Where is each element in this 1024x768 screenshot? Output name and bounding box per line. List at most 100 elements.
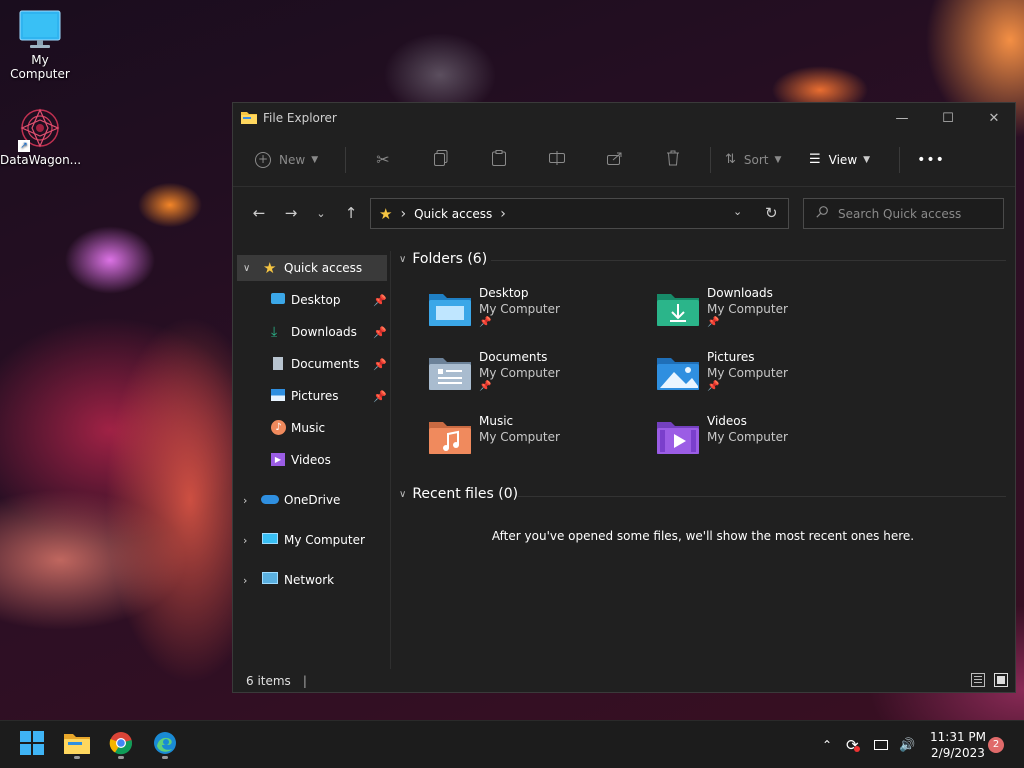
address-bar[interactable]: ★ › Quick access › ⌄ ↻ — [370, 198, 789, 229]
folder-location: My Computer — [707, 302, 788, 316]
trash-icon — [666, 150, 680, 169]
star-icon: ★ — [379, 204, 393, 223]
nav-item-label: Desktop — [291, 293, 341, 307]
new-button[interactable]: + New ▼ — [249, 145, 337, 175]
search-box[interactable] — [803, 198, 1004, 229]
new-label: New — [279, 152, 306, 167]
folder-tile-music[interactable]: Music My Computer — [428, 414, 648, 470]
forward-button[interactable]: → — [275, 204, 307, 222]
nav-item-videos[interactable]: ▶ Videos — [233, 447, 387, 473]
address-dropdown-icon[interactable]: ⌄ — [733, 205, 742, 218]
pin-icon[interactable]: 📌 — [373, 294, 387, 307]
error-dot-icon — [853, 746, 860, 752]
nav-item-label: My Computer — [284, 533, 365, 547]
delete-button[interactable] — [644, 145, 702, 175]
navigation-pane: ∨ ★ Quick access Desktop 📌 ⤓ Downloads 📌… — [233, 251, 391, 669]
breadcrumb-separator[interactable]: › — [500, 206, 506, 222]
folders-section-header[interactable]: ∨ Folders (6) — [399, 251, 487, 267]
share-button[interactable] — [586, 145, 644, 175]
nav-item-quick-access[interactable]: ∨ ★ Quick access — [237, 255, 387, 281]
folder-tile-desktop[interactable]: Desktop My Computer 📌 — [428, 286, 648, 342]
video-icon: ▶ — [271, 453, 285, 466]
nav-item-label: Documents — [291, 357, 360, 371]
folder-icon — [241, 110, 257, 127]
status-bar: 6 items | — [233, 669, 1015, 693]
taskbar-edge[interactable] — [149, 729, 181, 761]
taskbar-file-explorer[interactable] — [61, 729, 93, 761]
folder-name: Music — [479, 414, 514, 428]
running-indicator — [74, 756, 80, 759]
folder-tile-downloads[interactable]: Downloads My Computer 📌 — [656, 286, 876, 342]
nav-item-documents[interactable]: Documents 📌 — [233, 351, 387, 377]
maximize-button[interactable]: ☐ — [925, 103, 971, 133]
refresh-icon[interactable]: ↻ — [765, 204, 778, 222]
folder-location: My Computer — [479, 430, 560, 444]
pictures-folder-icon — [656, 352, 700, 392]
section-title: Folders (6) — [412, 251, 488, 267]
rename-button[interactable] — [528, 145, 586, 175]
nav-item-downloads[interactable]: ⤓ Downloads 📌 — [233, 319, 387, 345]
large-icons-view-button[interactable] — [994, 673, 1008, 687]
sort-button[interactable]: ⇅ Sort ▼ — [719, 145, 803, 175]
arrow-right-icon: → — [284, 204, 298, 222]
see-more-button[interactable]: ••• — [908, 145, 954, 175]
nav-item-label: OneDrive — [284, 493, 341, 507]
clock[interactable]: 11:31 PM 2/9/2023 — [920, 729, 996, 761]
cut-button[interactable]: ✂ — [354, 145, 412, 175]
back-button[interactable]: ← — [243, 204, 275, 222]
desktop-icon-datawagon[interactable]: ↗ DataWagon... — [0, 106, 81, 167]
notification-badge[interactable]: 2 — [988, 737, 1004, 753]
nav-item-desktop[interactable]: Desktop 📌 — [233, 287, 387, 313]
folder-tile-documents[interactable]: Documents My Computer 📌 — [428, 350, 648, 406]
title-bar[interactable]: File Explorer — ☐ ✕ — [233, 103, 1015, 133]
nav-item-network[interactable]: › Network — [237, 567, 387, 593]
sync-status-icon[interactable]: ⟳ — [846, 721, 860, 768]
paste-button[interactable] — [470, 145, 528, 175]
pin-icon: 📌 — [707, 317, 720, 328]
videos-folder-icon — [656, 416, 700, 456]
window-title: File Explorer — [263, 111, 337, 125]
close-icon: ✕ — [988, 110, 1000, 126]
datawagon-logo-icon: ↗ — [18, 106, 62, 152]
network-tray-button[interactable] — [874, 721, 888, 768]
toolbar-separator — [710, 146, 711, 173]
details-view-button[interactable] — [971, 673, 985, 687]
nav-item-pictures[interactable]: Pictures 📌 — [233, 383, 387, 409]
rename-icon — [549, 151, 565, 168]
recent-locations-button[interactable]: ⌄ — [307, 207, 335, 220]
recent-files-section-header[interactable]: ∨ Recent files (0) — [399, 486, 518, 502]
show-hidden-icons-button[interactable]: ⌃ — [822, 721, 832, 768]
shortcut-arrow-icon: ↗ — [18, 140, 30, 152]
nav-item-label: Quick access — [284, 261, 363, 275]
taskbar: ⌃ ⟳ 🔊 11:31 PM 2/9/2023 — [0, 720, 1024, 768]
copy-button[interactable] — [412, 145, 470, 175]
desktop-folder-icon — [271, 293, 285, 304]
copy-icon — [434, 150, 448, 169]
chevron-down-icon: ▼ — [863, 154, 871, 165]
volume-button[interactable]: 🔊 — [899, 721, 915, 768]
nav-item-music[interactable]: ♪ Music — [233, 415, 387, 441]
folder-tile-pictures[interactable]: Pictures My Computer 📌 — [656, 350, 876, 406]
clock-time: 11:31 PM — [930, 730, 986, 744]
arrow-up-icon: ↑ — [344, 204, 358, 222]
pin-icon[interactable]: 📌 — [373, 326, 387, 339]
desktop-icon-my-computer[interactable]: My Computer — [0, 10, 80, 81]
desktop: My Computer ↗ DataWagon... File Explorer… — [0, 0, 1024, 768]
running-indicator — [118, 756, 124, 759]
pin-icon[interactable]: 📌 — [373, 358, 387, 371]
recent-files-empty-message: After you've opened some files, we'll sh… — [491, 529, 915, 543]
breadcrumb-quick-access[interactable]: Quick access — [414, 207, 492, 221]
view-button[interactable]: ☰ View ▼ — [803, 145, 891, 175]
nav-item-my-computer[interactable]: › My Computer — [237, 527, 387, 553]
taskbar-chrome[interactable] — [105, 729, 137, 761]
folder-icon — [64, 732, 90, 758]
nav-item-onedrive[interactable]: › OneDrive — [237, 487, 387, 513]
close-button[interactable]: ✕ — [971, 103, 1017, 133]
minimize-button[interactable]: — — [879, 103, 925, 133]
search-input[interactable] — [836, 205, 990, 222]
sort-label: Sort — [743, 152, 769, 167]
up-button[interactable]: ↑ — [335, 204, 367, 222]
pin-icon[interactable]: 📌 — [373, 390, 387, 403]
start-button[interactable] — [16, 729, 48, 761]
folder-tile-videos[interactable]: Videos My Computer — [656, 414, 876, 470]
